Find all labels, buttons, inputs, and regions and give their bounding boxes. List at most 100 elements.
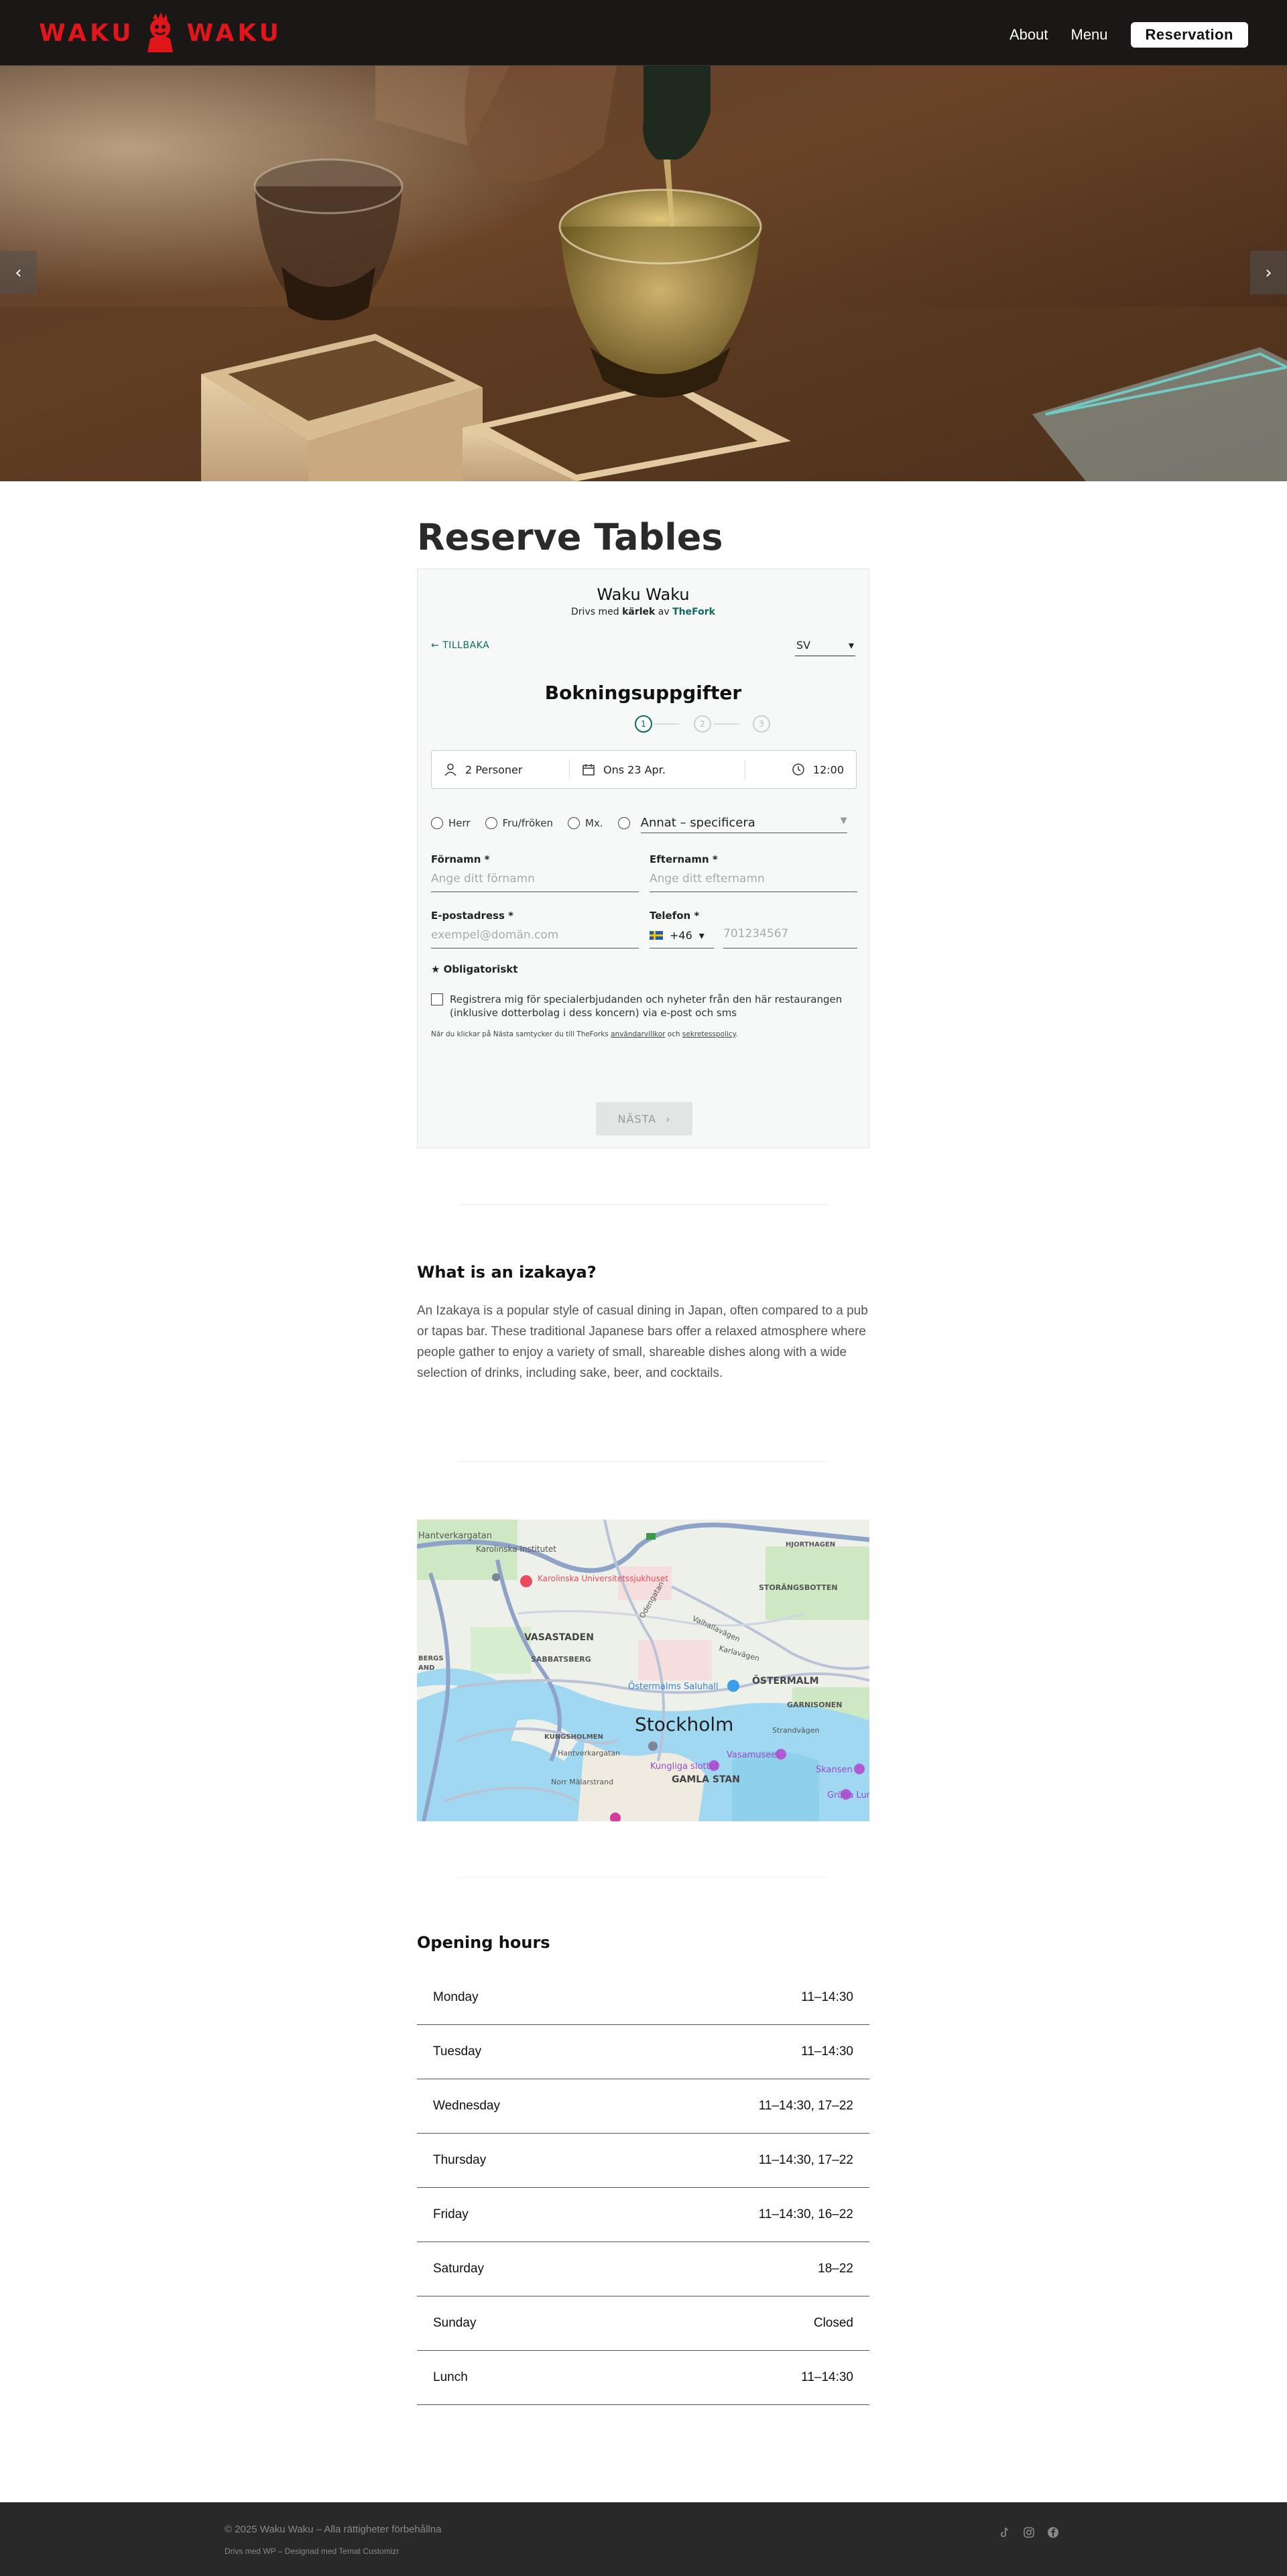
radio-button[interactable] <box>431 817 443 829</box>
hours-row: Saturday 18–22 <box>417 2242 869 2296</box>
hours-row: Wednesday 11–14:30, 17–22 <box>417 2079 869 2134</box>
last-name-input[interactable]: Ange ditt efternamn <box>650 871 857 892</box>
map-label: Karolinska Universitetssjukhuset <box>538 1574 668 1583</box>
salutation-group: Herr Fru/fröken Mx. Annat – specificera … <box>431 813 857 833</box>
izakaya-text: An Izakaya is a popular style of casual … <box>417 1304 868 1380</box>
map-label: VASASTADEN <box>524 1632 594 1643</box>
asterisk-icon: ★ <box>431 963 444 975</box>
map-label: GAMLA STAN <box>672 1774 740 1785</box>
step-2: 2 <box>694 715 711 733</box>
section-divider <box>458 1877 827 1878</box>
site-footer: © 2025 Waku Waku – Alla rättigheter förb… <box>0 2502 1287 2576</box>
section-divider <box>458 1461 827 1462</box>
map-label: ÖSTERMALM <box>752 1674 819 1686</box>
summary-time[interactable]: 12:00 <box>745 759 856 780</box>
booking-heading: Bokningsuppgifter <box>544 682 742 704</box>
legal-text: När du klickar på Nästa samtycker du til… <box>431 1030 738 1038</box>
copyright: © 2025 Waku Waku – Alla rättigheter förb… <box>225 2524 442 2535</box>
booking-summary[interactable]: 2 Personer Ons 23 Apr. 12:00 <box>431 750 857 789</box>
logo-word-left: WAKU <box>39 19 135 47</box>
map-label: Kungliga slottet <box>650 1762 719 1772</box>
person-icon <box>444 763 456 776</box>
summary-guests[interactable]: 2 Personer <box>432 759 569 780</box>
first-name-field: Förnamn * Ange ditt förnamn <box>431 853 639 892</box>
sweden-flag-icon <box>650 931 663 940</box>
nav-menu[interactable]: Menu <box>1071 26 1108 44</box>
hero-next-button[interactable]: › <box>1250 251 1287 294</box>
footer-credit: Drivs med WP – Designad med Temat Custom… <box>225 2547 400 2556</box>
step-connector <box>714 723 739 725</box>
map-label: STORÄNGSBOTTEN <box>759 1583 838 1592</box>
arrow-left-icon: ← <box>431 640 440 651</box>
map-city-label: Stockholm <box>635 1713 733 1735</box>
back-link[interactable]: ← TILLBAKA <box>431 640 489 651</box>
map-label: HJORTHAGEN <box>786 1541 835 1548</box>
opening-hours-table: Monday 11–14:30 Tuesday 11–14:30 Wednesday… <box>417 1971 869 2405</box>
instagram-icon[interactable] <box>1023 2526 1035 2538</box>
map-label: Karolinska Institutet <box>476 1544 556 1554</box>
map-label: GARNISONEN <box>787 1701 843 1709</box>
caret-down-icon: ▼ <box>840 816 847 826</box>
consent-checkbox[interactable] <box>431 993 443 1005</box>
location-map[interactable]: Hantverkargatan Karolinska Institutet Ka… <box>417 1520 869 1821</box>
thefork-logo: TheFork <box>672 607 715 617</box>
hours-title: Opening hours <box>417 1933 550 1952</box>
salutation-other[interactable]: Annat – specificera ▼ <box>617 813 847 833</box>
hero-prev-button[interactable]: ‹ <box>0 251 37 294</box>
next-button[interactable]: NÄSTA › <box>596 1102 692 1136</box>
powered-by: Drivs med kärlek av TheFork <box>571 607 715 617</box>
hours-row: Lunch 11–14:30 <box>417 2351 869 2405</box>
nav-about[interactable]: About <box>1009 26 1048 44</box>
map-label: Gröna Lund <box>827 1790 869 1800</box>
step-1: 1 <box>635 715 652 733</box>
language-select[interactable]: SV ▾ <box>795 636 855 656</box>
required-note: ★ Obligatoriskt <box>431 963 518 975</box>
logo-mascot-icon <box>147 12 174 52</box>
hours-row: Friday 11–14:30, 16–22 <box>417 2188 869 2242</box>
chevron-right-icon: › <box>666 1112 671 1125</box>
reservation-button[interactable]: Reservation <box>1130 22 1248 48</box>
chevron-left-icon: ‹ <box>15 262 22 283</box>
salutation-mx[interactable]: Mx. <box>568 817 603 829</box>
radio-button[interactable] <box>568 817 580 829</box>
map-label: KUNGSHOLMEN <box>544 1733 603 1741</box>
logo-word-right: WAKU <box>186 19 282 47</box>
email-input[interactable]: exempel@domän.com <box>431 927 639 948</box>
first-name-input[interactable]: Ange ditt förnamn <box>431 871 639 892</box>
phone-field: Telefon * +46 ▾ 701234567 <box>650 910 857 948</box>
radio-button[interactable] <box>617 817 630 829</box>
facebook-icon[interactable] <box>1047 2526 1059 2538</box>
country-code-select[interactable]: +46 ▾ <box>650 927 714 948</box>
summary-date[interactable]: Ons 23 Apr. <box>569 759 745 780</box>
page-title: Reserve Tables <box>417 516 723 558</box>
hero-image <box>0 66 1287 481</box>
hours-row: Sunday Closed <box>417 2296 869 2351</box>
map-label: Hantverkargatan <box>558 1749 620 1758</box>
phone-input[interactable]: 701234567 <box>723 927 857 948</box>
step-indicator: 1 2 3 <box>418 715 869 735</box>
calendar-icon <box>583 764 595 776</box>
widget-restaurant-name: Waku Waku <box>597 585 690 604</box>
salutation-fru[interactable]: Fru/fröken <box>485 817 553 829</box>
site-header: WAKU WAKU About Menu Reservation <box>0 0 1287 66</box>
last-name-field: Efternamn * Ange ditt efternamn <box>650 853 857 892</box>
marketing-consent[interactable]: Registrera mig för specialerbjudanden oc… <box>431 993 857 1020</box>
radio-button[interactable] <box>485 817 497 829</box>
chevron-right-icon: › <box>1265 262 1272 283</box>
izakaya-title: What is an izakaya? <box>417 1263 597 1282</box>
salutation-herr[interactable]: Herr <box>431 817 471 829</box>
terms-link[interactable]: användarvillkor <box>611 1030 665 1038</box>
tiktok-icon[interactable] <box>999 2526 1011 2538</box>
other-salutation-select[interactable]: Annat – specificera ▼ <box>640 813 847 833</box>
caret-down-icon: ▾ <box>848 639 854 652</box>
hours-row: Thursday 11–14:30, 17–22 <box>417 2134 869 2188</box>
map-label: Vasamuseet <box>727 1750 780 1760</box>
privacy-link[interactable]: sekretesspolicy <box>682 1030 736 1038</box>
main-nav: About Menu Reservation <box>1009 22 1248 48</box>
site-logo[interactable]: WAKU WAKU <box>39 12 282 54</box>
step-3: 3 <box>753 715 770 733</box>
booking-widget: Waku Waku Drivs med kärlek av TheFork ← … <box>417 568 869 1148</box>
map-label: BERGS <box>418 1655 444 1662</box>
hours-row: Monday 11–14:30 <box>417 1971 869 2025</box>
caret-down-icon: ▾ <box>698 929 704 942</box>
